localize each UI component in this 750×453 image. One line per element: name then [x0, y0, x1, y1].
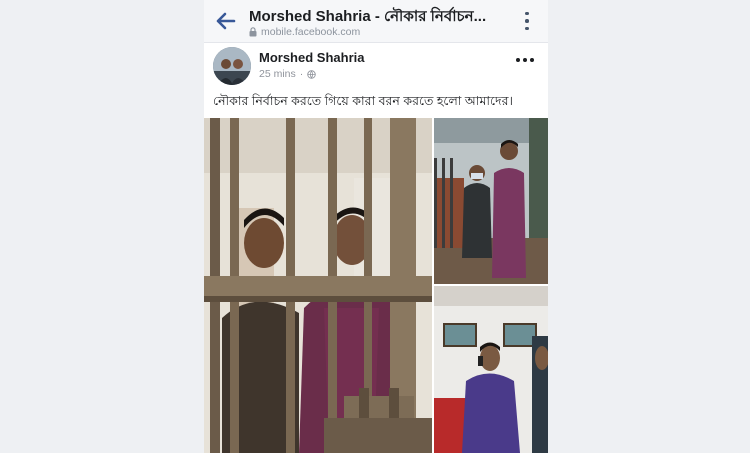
horizontal-dots-icon [516, 58, 520, 62]
post-meta: 25 mins · [259, 68, 316, 80]
vertical-dots-icon [525, 11, 529, 16]
url-display: mobile.facebook.com [249, 26, 360, 38]
browser-top-bar: Morshed Shahria - নৌকার নির্বাচন... mobi… [204, 0, 548, 43]
post-time: 25 mins [259, 68, 296, 80]
browser-menu-button[interactable] [520, 10, 534, 32]
lock-icon [249, 27, 257, 37]
avatar-photo [213, 47, 251, 85]
man-on-phone-image [434, 286, 548, 453]
post-author[interactable]: Morshed Shahria [259, 50, 364, 65]
back-button[interactable] [214, 9, 238, 33]
avatar[interactable] [213, 47, 251, 85]
post-text: নৌকার নির্বাচন করতে গিয়ে কারা বরন করতে … [213, 94, 513, 108]
photo-grid [204, 118, 548, 453]
phone-screen: Morshed Shahria - নৌকার নির্বাচন... mobi… [204, 0, 548, 453]
jail-bars-image [204, 118, 432, 453]
photo-jail-bars[interactable] [204, 118, 432, 453]
globe-icon [307, 69, 316, 79]
url-text: mobile.facebook.com [261, 26, 361, 38]
photo-room[interactable] [434, 118, 548, 284]
post-options-button[interactable] [516, 56, 534, 64]
arrow-left-icon [216, 12, 236, 30]
photo-man-phone[interactable] [434, 286, 548, 453]
room-image [434, 118, 548, 284]
post-header: Morshed Shahria 25 mins · [204, 42, 548, 92]
